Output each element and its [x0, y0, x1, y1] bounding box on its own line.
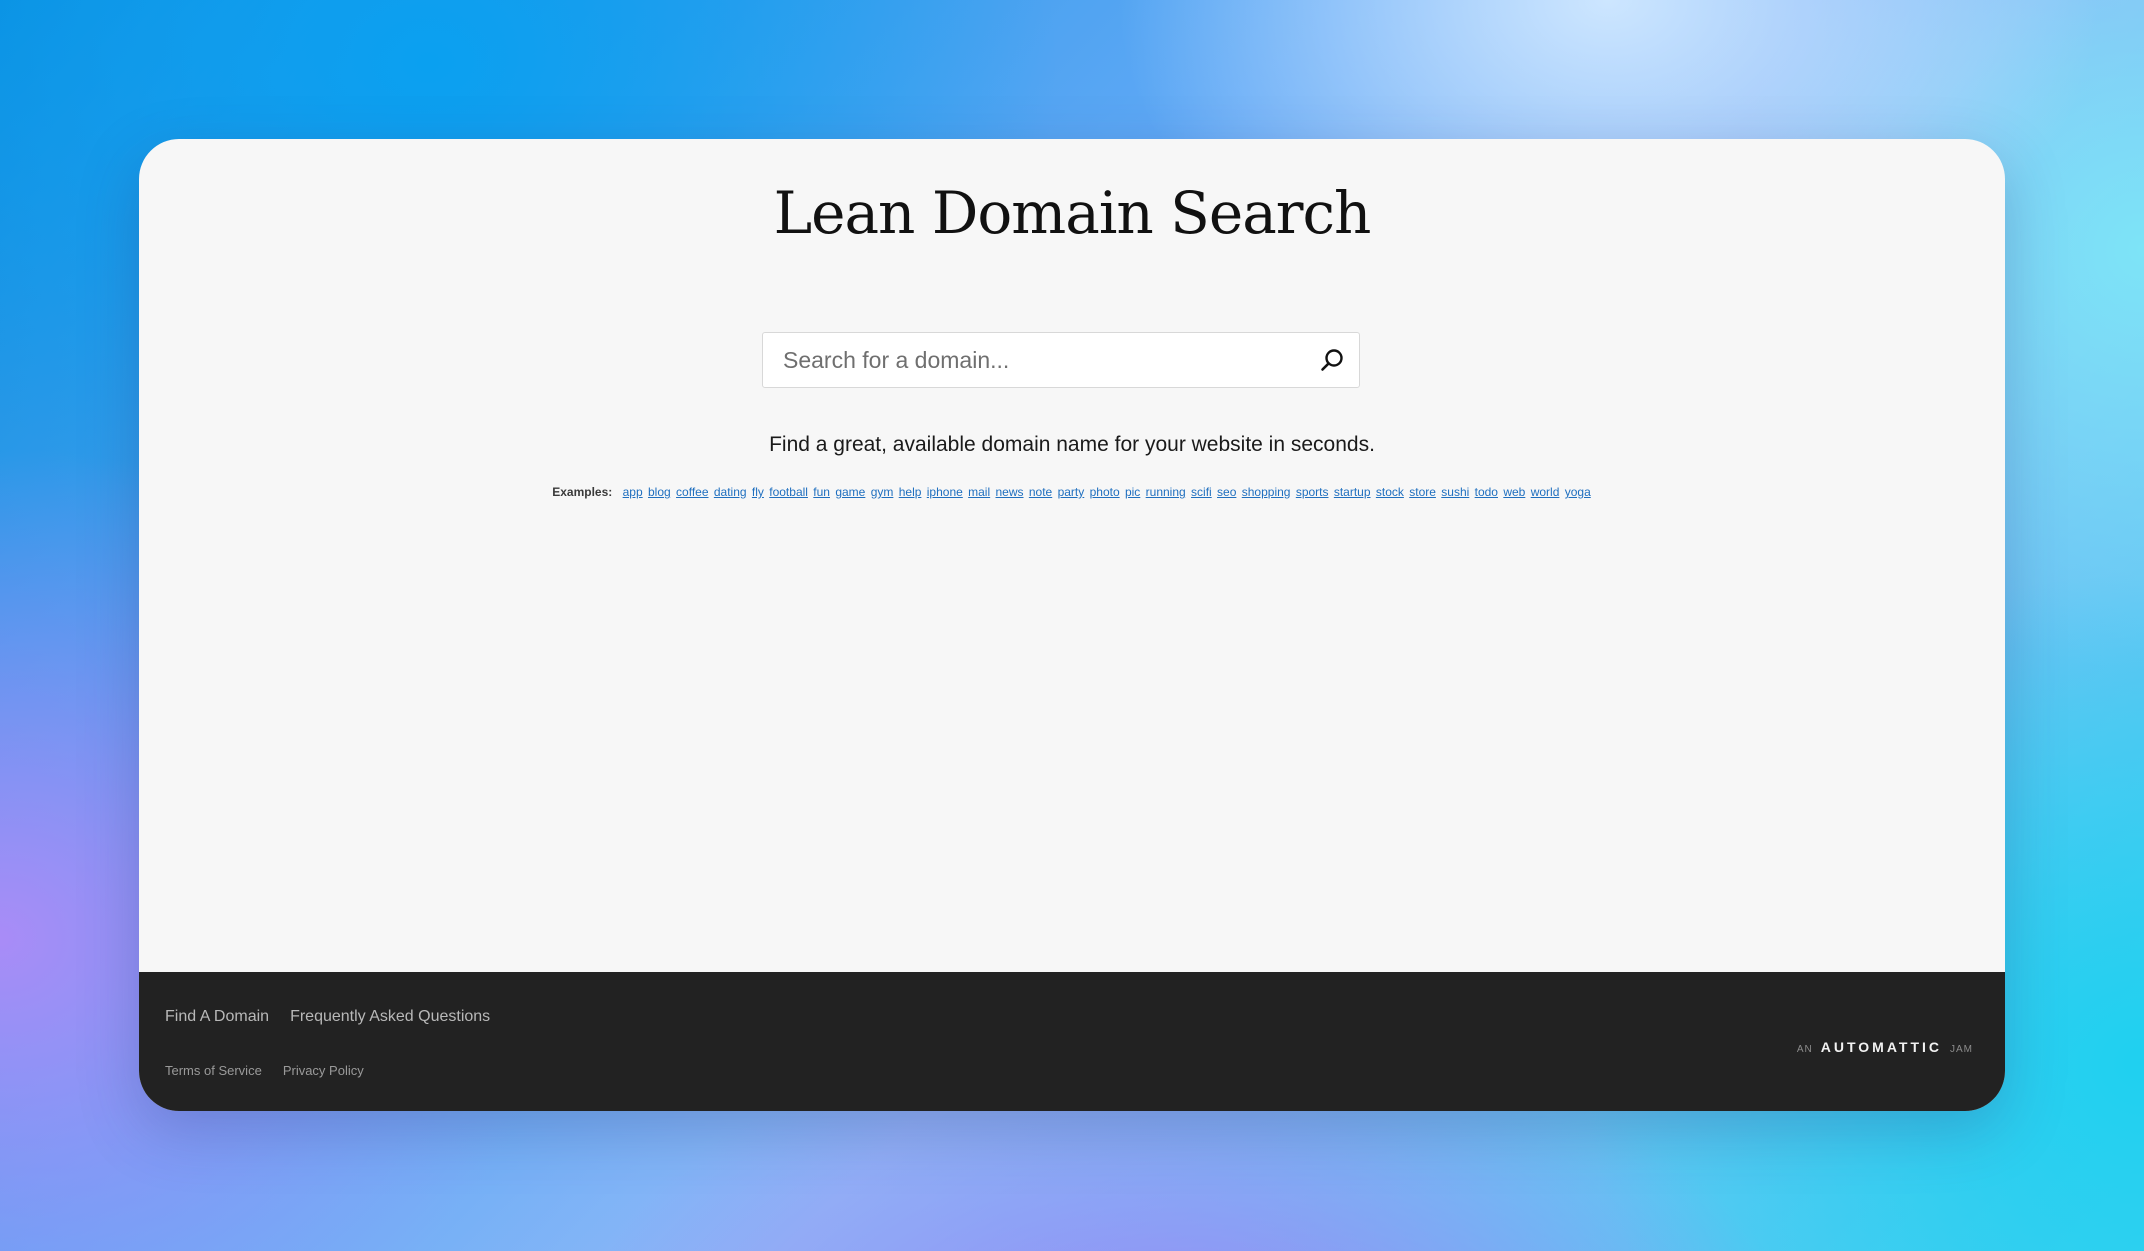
tagline: Find a great, available domain name for … — [769, 433, 1375, 456]
example-link-party[interactable]: party — [1058, 485, 1085, 499]
example-link-iphone[interactable]: iphone — [927, 485, 963, 499]
example-link-blog[interactable]: blog — [648, 485, 671, 499]
example-link-game[interactable]: game — [835, 485, 865, 499]
example-link-running[interactable]: running — [1146, 485, 1186, 499]
examples-row: Examples: app blog coffee dating fly foo… — [139, 485, 2005, 499]
search-icon — [1321, 349, 1343, 371]
example-link-football[interactable]: football — [769, 485, 808, 499]
footer-link-terms[interactable]: Terms of Service — [165, 1063, 262, 1078]
search-box — [762, 332, 1360, 388]
example-link-todo[interactable]: todo — [1475, 485, 1498, 499]
example-link-startup[interactable]: startup — [1334, 485, 1371, 499]
examples-list: app blog coffee dating fly football fun … — [622, 485, 1592, 499]
example-link-stock[interactable]: stock — [1376, 485, 1404, 499]
example-link-coffee[interactable]: coffee — [676, 485, 708, 499]
page-title: Lean Domain Search — [773, 179, 1372, 247]
footer-legal: Terms of Service Privacy Policy — [165, 1063, 364, 1078]
search-button[interactable] — [1313, 341, 1351, 379]
automattic-credit[interactable]: AN AUTOMATTIC JAM — [1797, 1039, 1973, 1055]
example-link-photo[interactable]: photo — [1090, 485, 1120, 499]
example-link-gym[interactable]: gym — [871, 485, 894, 499]
example-link-mail[interactable]: mail — [968, 485, 990, 499]
credit-prefix: AN — [1796, 1044, 1813, 1055]
example-link-news[interactable]: news — [996, 485, 1024, 499]
example-link-store[interactable]: store — [1409, 485, 1436, 499]
footer-link-find-a-domain[interactable]: Find A Domain — [165, 1008, 269, 1026]
example-link-pic[interactable]: pic — [1125, 485, 1140, 499]
example-link-shopping[interactable]: shopping — [1242, 485, 1291, 499]
example-link-yoga[interactable]: yoga — [1565, 485, 1591, 499]
example-link-fly[interactable]: fly — [752, 485, 764, 499]
example-link-help[interactable]: help — [899, 485, 922, 499]
example-link-app[interactable]: app — [623, 485, 643, 499]
example-link-note[interactable]: note — [1029, 485, 1052, 499]
example-link-seo[interactable]: seo — [1217, 485, 1236, 499]
credit-suffix: JAM — [1950, 1044, 1973, 1055]
example-link-fun[interactable]: fun — [813, 485, 830, 499]
example-link-sports[interactable]: sports — [1296, 485, 1329, 499]
example-link-sushi[interactable]: sushi — [1441, 485, 1469, 499]
search-input[interactable] — [763, 333, 1303, 387]
example-link-web[interactable]: web — [1503, 485, 1525, 499]
main-content: Lean Domain Search Find a great, availab… — [139, 139, 2005, 972]
automattic-logo: AUTOMATTIC — [1820, 1039, 1942, 1055]
examples-label: Examples: — [552, 485, 613, 499]
example-link-dating[interactable]: dating — [714, 485, 747, 499]
footer: Find A Domain Frequently Asked Questions… — [139, 972, 2005, 1111]
main-card: Lean Domain Search Find a great, availab… — [139, 139, 2005, 1111]
example-link-scifi[interactable]: scifi — [1191, 485, 1212, 499]
footer-link-faq[interactable]: Frequently Asked Questions — [290, 1008, 490, 1026]
footer-link-privacy[interactable]: Privacy Policy — [283, 1063, 364, 1078]
example-link-world[interactable]: world — [1531, 485, 1560, 499]
footer-nav: Find A Domain Frequently Asked Questions — [165, 1008, 490, 1026]
